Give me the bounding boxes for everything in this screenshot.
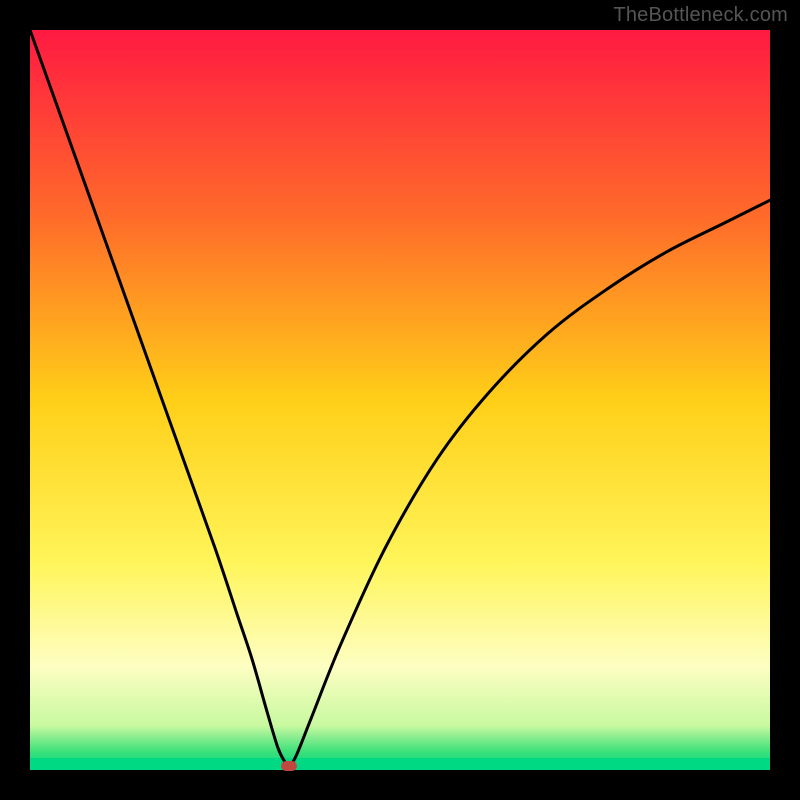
watermark-text: TheBottleneck.com	[613, 4, 788, 27]
optimal-point-marker	[281, 761, 297, 771]
chart-frame	[30, 30, 770, 770]
bottleneck-curve	[30, 30, 770, 770]
